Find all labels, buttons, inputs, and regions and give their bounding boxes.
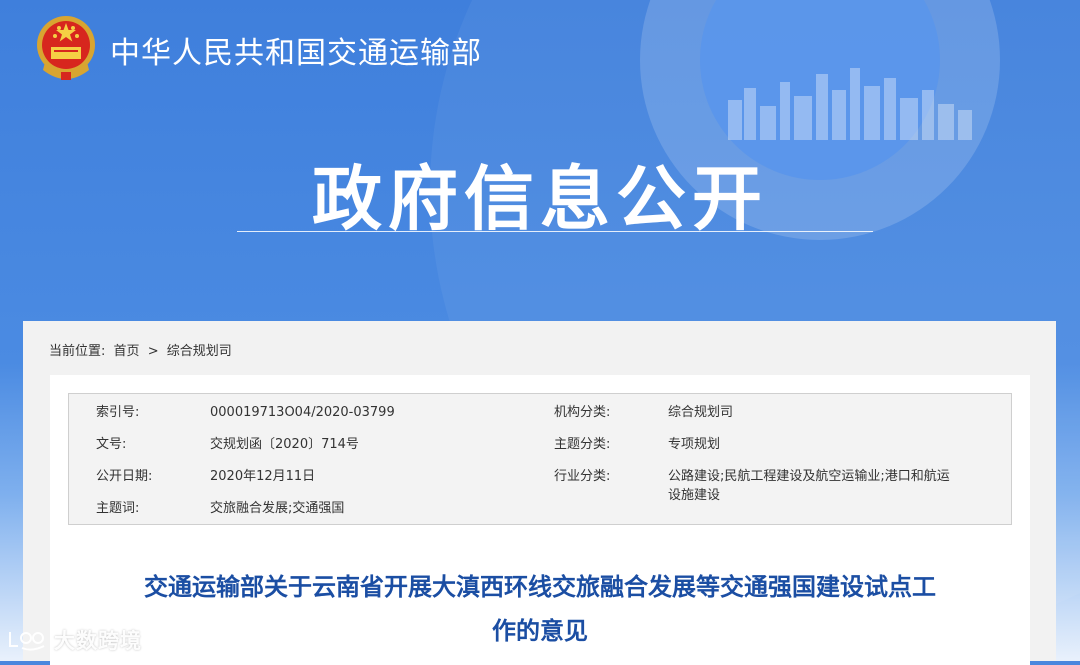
index-label: 索引号: xyxy=(96,405,140,420)
watermark-logo-icon xyxy=(9,632,45,651)
document-card: 索引号: 000019713O04/2020-03799 机构分类: 综合规划司… xyxy=(50,375,1030,665)
industry-value-line2: 设施建设 xyxy=(668,488,721,503)
breadcrumb: 当前位置: 首页 > 综合规划司 xyxy=(49,340,236,359)
org-value: 综合规划司 xyxy=(668,405,734,420)
ministry-name: 中华人民共和国交通运输部 xyxy=(110,36,482,71)
page-heading: 政府信息公开 xyxy=(312,158,768,240)
date-label: 公开日期: xyxy=(96,469,153,484)
heading-underline xyxy=(237,231,873,232)
breadcrumb-prefix: 当前位置: xyxy=(49,344,106,359)
industry-label: 行业分类: xyxy=(554,469,611,484)
breadcrumb-home-link[interactable]: 首页 xyxy=(114,344,140,359)
document-title: 交通运输部关于云南省开展大滇西环线交旅融合发展等交通强国建设试点工 作的意见 xyxy=(62,565,1018,653)
breadcrumb-current-link[interactable]: 综合规划司 xyxy=(167,344,232,359)
org-label: 机构分类: xyxy=(554,405,611,420)
industry-value-line1: 公路建设;民航工程建设及航空运输业;港口和航运 xyxy=(668,469,950,484)
breadcrumb-separator: > xyxy=(147,344,159,359)
city-skyline-icon xyxy=(728,68,972,140)
topic-value: 专项规划 xyxy=(668,437,721,452)
title-line-2: 作的意见 xyxy=(492,617,588,645)
watermark-text: 大数跨境 xyxy=(54,629,142,653)
doc-no-value: 交规划函〔2020〕714号 xyxy=(210,437,359,452)
keywords-value: 交旅融合发展;交通强国 xyxy=(210,501,345,516)
metadata-table: 索引号: 000019713O04/2020-03799 机构分类: 综合规划司… xyxy=(68,393,1012,525)
watermark: 大数跨境 xyxy=(6,625,142,655)
index-value: 000019713O04/2020-03799 xyxy=(210,405,395,420)
topic-label: 主题分类: xyxy=(554,437,611,452)
date-value: 2020年12月11日 xyxy=(210,469,316,484)
title-line-1: 交通运输部关于云南省开展大滇西环线交旅融合发展等交通强国建设试点工 xyxy=(144,573,936,601)
keywords-label: 主题词: xyxy=(96,501,140,516)
national-emblem-icon xyxy=(37,16,95,80)
doc-no-label: 文号: xyxy=(96,437,127,452)
content-panel: 当前位置: 首页 > 综合规划司 索引号: 000019713O04/2020-… xyxy=(23,321,1056,665)
